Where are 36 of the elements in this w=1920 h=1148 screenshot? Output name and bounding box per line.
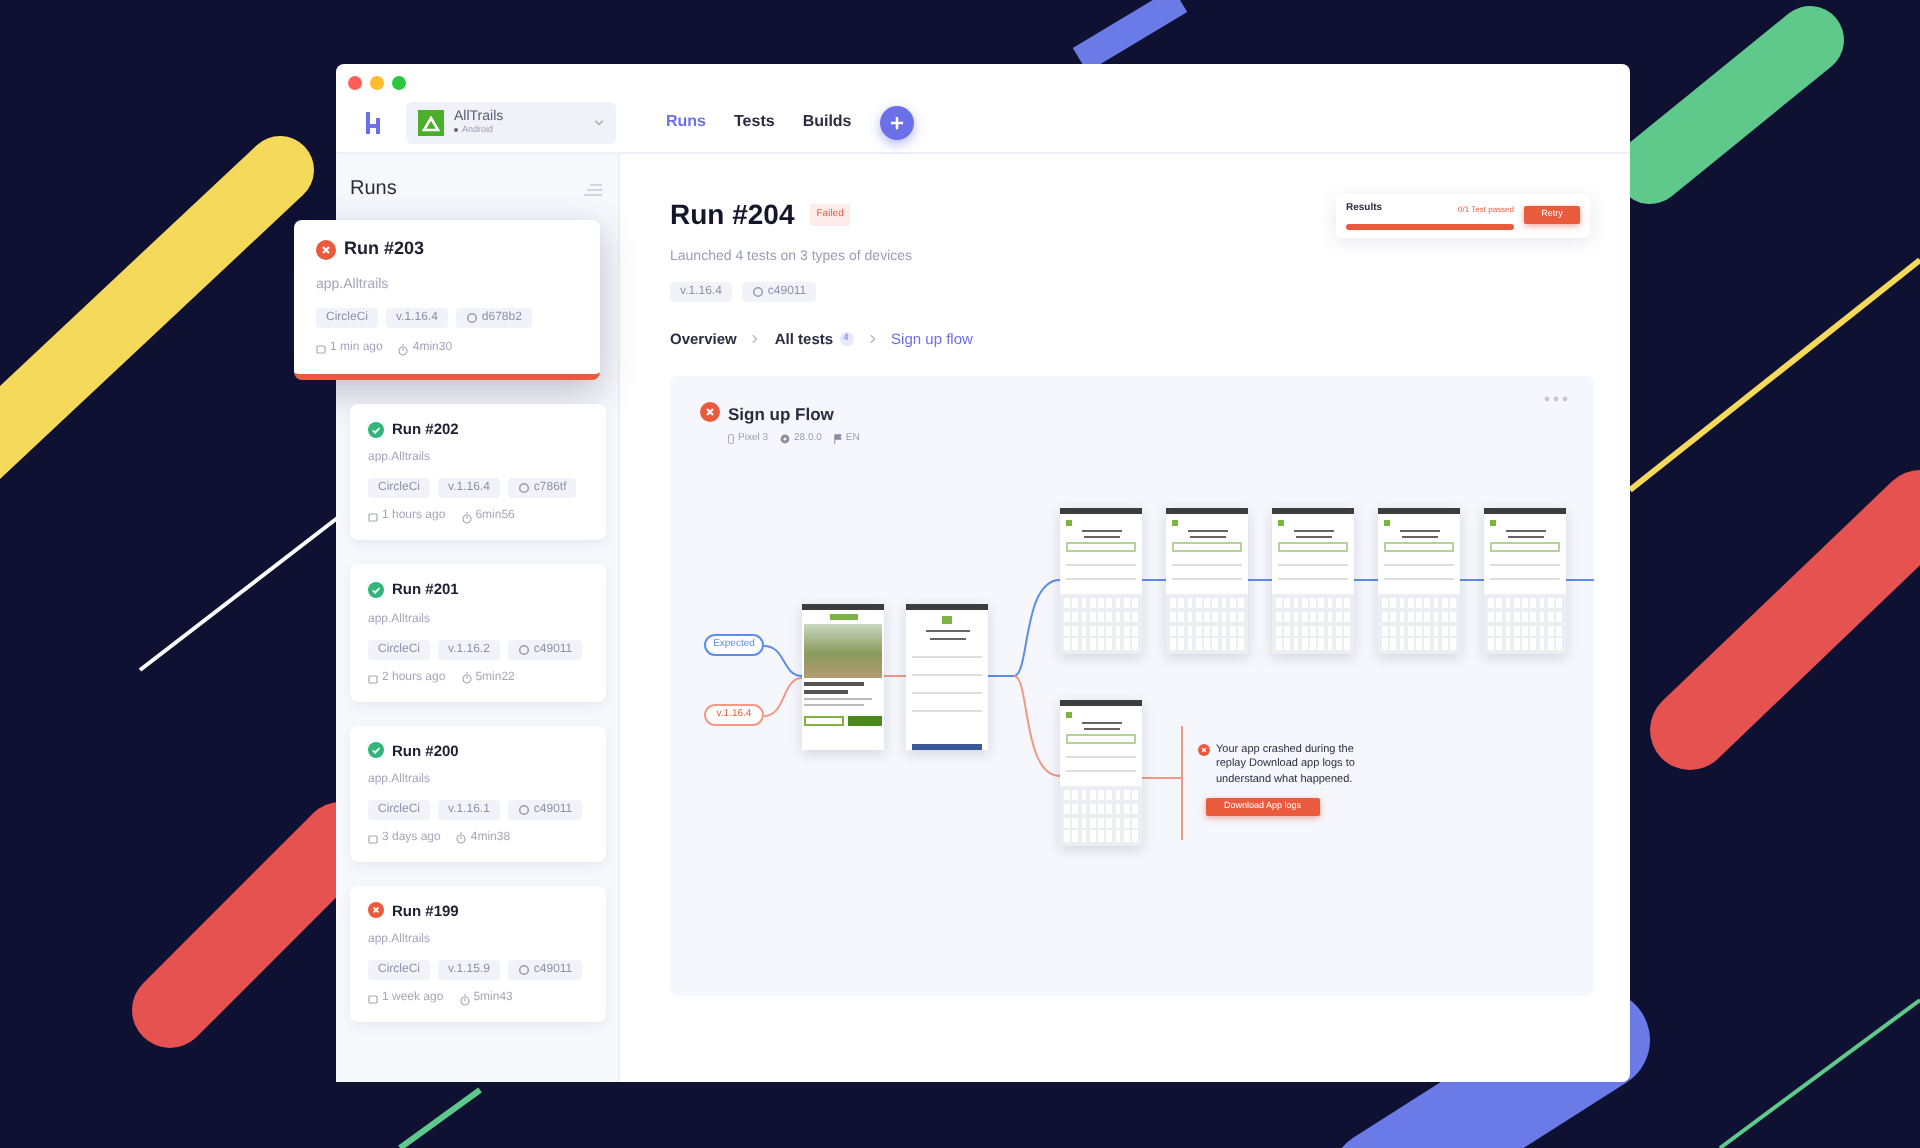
error-circle-icon [1198,743,1210,756]
connector-line [881,674,907,677]
timer-icon [459,993,470,1005]
timer-icon [456,832,467,845]
calendar-icon [316,344,326,354]
nav-tab[interactable]: Runs [666,110,706,134]
flag-icon [833,433,842,444]
chevron-down-icon [594,119,604,125]
close-window-button[interactable] [348,76,362,90]
connector-line [763,644,803,677]
chevron-right-icon [869,333,876,344]
timer-icon [398,343,409,355]
nav-tab[interactable]: Builds [802,110,852,134]
run-heading: Run #204 [670,196,795,234]
calendar-icon [368,833,378,844]
app-logo-icon [418,109,444,135]
gear-icon [780,433,791,444]
connector-line [1141,724,1183,841]
nav-tab[interactable]: Tests [734,110,775,134]
connector-line [763,676,803,717]
sort-icon [584,183,602,195]
zoom-window-button[interactable] [392,76,406,90]
calendar-icon [368,512,378,523]
sidebar-title: Runs [350,176,397,204]
chevron-right-icon [752,333,759,344]
flow-title: Sign up Flow [728,401,836,427]
more-options-icon[interactable] [1544,395,1568,402]
timer-icon [461,511,472,524]
add-button[interactable] [879,105,914,139]
phone-icon [728,433,734,444]
timer-icon [461,672,472,684]
run-title: Run #203 [344,236,425,262]
plus-icon [889,115,904,129]
calendar-icon [368,673,378,683]
minimize-window-button[interactable] [370,76,384,90]
calendar-icon [368,994,378,1004]
